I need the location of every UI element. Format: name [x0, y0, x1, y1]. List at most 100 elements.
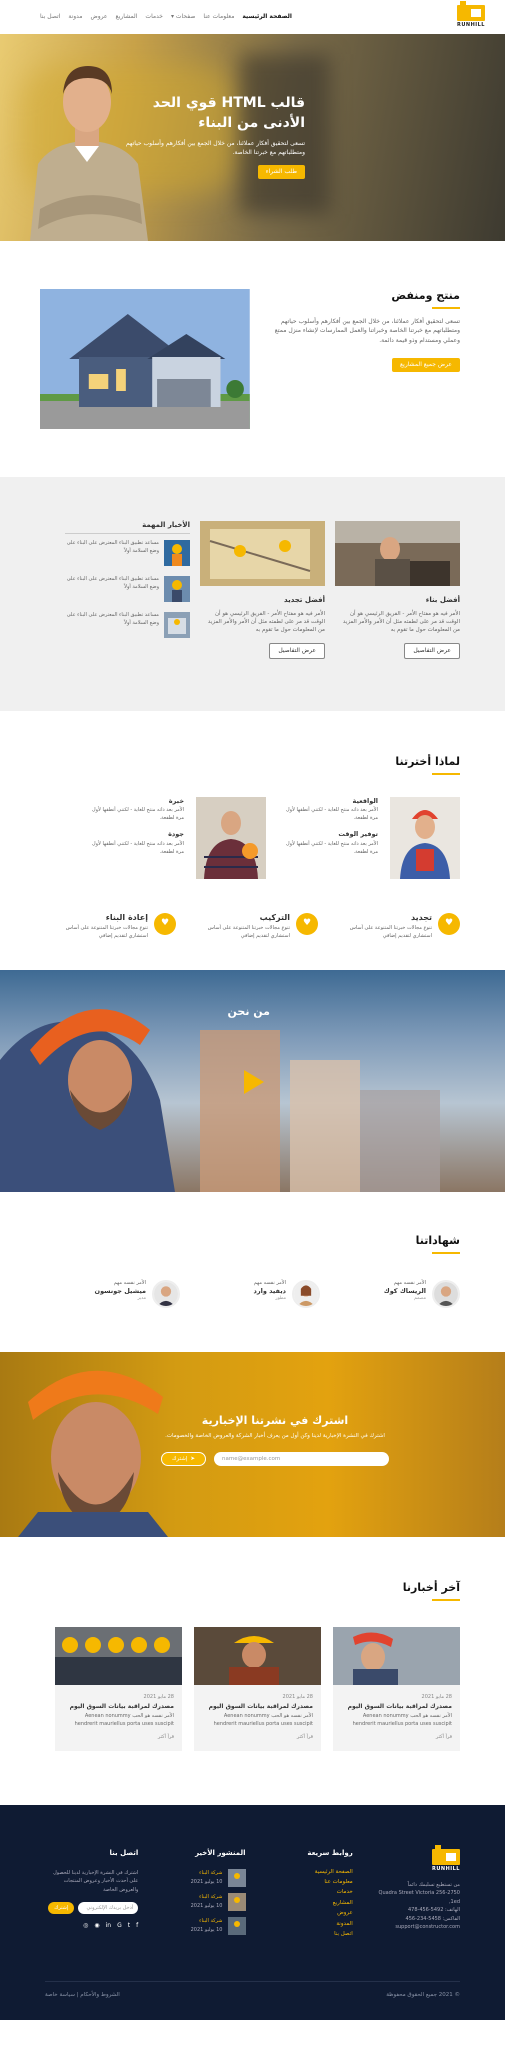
- nav-pages[interactable]: صفحات ▾: [171, 13, 195, 21]
- blog-card[interactable]: 28 مايو 2021 مصدرك لمراقبة بيانات السوق …: [194, 1627, 321, 1752]
- read-more-link[interactable]: قرأ أكثر: [202, 1734, 313, 1741]
- important-news-item[interactable]: مساعد تطبيق البناء المعترض على البناء عل…: [65, 612, 190, 639]
- important-news-item[interactable]: مساعد تطبيق البناء المعترض على البناء عل…: [65, 540, 190, 567]
- blog-card-title: مصدرك لمراقبة بيانات السوق اليوم: [347, 1703, 452, 1711]
- why-item-text: الأمر بعد ذاته منتج للغاية - لكنني أنطقه…: [285, 807, 378, 821]
- newsletter-text: اشترك في النشرة الإخبارية لدينا وكن أول …: [165, 1433, 385, 1440]
- hero-cta-button[interactable]: طلب الشراء: [257, 165, 305, 180]
- hero-text: تسعى لتحقيق أفكار عملائنا، من خلال الجمع…: [125, 140, 305, 157]
- read-more-link[interactable]: قرأ أكثر: [341, 1734, 452, 1741]
- nav-contact[interactable]: اتصل بنا: [40, 13, 60, 21]
- footer-email[interactable]: support@constructor.com: [367, 1923, 460, 1932]
- newsletter-content: اشترك في نشرتنا الإخبارية اشترك في النشر…: [115, 1414, 435, 1467]
- why-item-title: جودة: [168, 830, 184, 839]
- footer-email-input[interactable]: أدخل بريدك الإلكتروني: [78, 1902, 139, 1915]
- testimonial-item: الأمر نفسه مهم ميشيل جونسون مدير: [50, 1280, 180, 1309]
- why-us-column: الواقعية الأمر بعد ذاته منتج للغاية - لك…: [278, 797, 378, 879]
- policy-links[interactable]: الشروط والأحكام | سياسة خاصة: [45, 1992, 120, 1999]
- feature-text: تنوع مجالات خبرتنا المتنوعة على أساس است…: [207, 925, 290, 939]
- blog-card[interactable]: 28 مايو 2021 مصدرك لمراقبة بيانات السوق …: [333, 1627, 460, 1752]
- footer-post-title: شركة البناء: [199, 1918, 223, 1925]
- footer-link[interactable]: المشاريع: [260, 1900, 353, 1907]
- testimonial-role: مدير: [137, 1295, 146, 1301]
- news-card-title: أفضل تجديد: [284, 596, 325, 605]
- footer-columns: RUNHILL من تستطيع تسليمك دائماً Quadra S…: [45, 1845, 460, 1941]
- why-us-grid: الواقعية الأمر بعد ذاته منتج للغاية - لك…: [45, 796, 460, 879]
- view-details-button[interactable]: عرض التفاصيل: [404, 642, 460, 659]
- important-news-item[interactable]: مساعد تطبيق البناء المعترض على البناء عل…: [65, 576, 190, 603]
- read-more-link[interactable]: قرأ أكثر: [63, 1734, 174, 1741]
- testimonial-item: الأمر نفسه مهم الريساك كوك مصمم: [330, 1280, 460, 1309]
- footer-post[interactable]: شركة البناء 10 يوليو 2021: [152, 1892, 246, 1911]
- google-plus-icon[interactable]: G: [117, 1922, 122, 1930]
- view-details-button[interactable]: عرض التفاصيل: [269, 642, 325, 659]
- footer-logo[interactable]: RUNHILL: [367, 1845, 460, 1873]
- footer-fax: الفاكس: 5458-234-456: [405, 1915, 460, 1922]
- footer-posts-title: المنشور الأخير: [195, 1849, 246, 1858]
- important-news-title: الأخبار المهمة: [65, 521, 190, 535]
- footer-bottom: © 2021 جميع الحقوق محفوظة الشروط والأحكا…: [45, 1981, 460, 1999]
- rss-icon[interactable]: ◉: [94, 1922, 99, 1930]
- footer-post-title: شركة البناء: [199, 1894, 223, 1901]
- footer-post-thumb: [227, 1916, 246, 1935]
- about-content: منتج ومنفض تسعى لتحقيق أفكار عملائنا، من…: [270, 289, 461, 372]
- important-news-text: مساعد تطبيق البناء المعترض على البناء عل…: [66, 576, 159, 590]
- testimonial-quote: الأمر نفسه مهم: [393, 1280, 426, 1287]
- footer-about-text: من تستطيع تسليمك دائماً: [407, 1881, 460, 1888]
- footer-phone: الهاتف: 5492-456-478: [407, 1907, 460, 1914]
- footer-link[interactable]: خدمات: [260, 1889, 353, 1896]
- nav-about[interactable]: معلومات عنا: [203, 13, 234, 21]
- logo-text: RUNHILL: [456, 22, 485, 29]
- newsletter-email-input[interactable]: name@example.com: [214, 1452, 389, 1467]
- social-links: f t G in ◉ ◎: [45, 1922, 138, 1930]
- copyright-text: © 2021 جميع الحقوق محفوظة: [386, 1992, 460, 1999]
- footer-link[interactable]: الصفحة الرئيسية: [260, 1869, 353, 1876]
- footer-link[interactable]: المدونة: [260, 1921, 352, 1928]
- hero-content: قالب HTML قوي الحد الأدنى من البناء تسعى…: [125, 94, 305, 180]
- testimonials-row: الأمر نفسه مهم الريساك كوك مصمم الأمر نف…: [45, 1280, 460, 1309]
- footer-link[interactable]: عروض: [260, 1910, 353, 1917]
- linkedin-icon[interactable]: in: [106, 1922, 111, 1930]
- site-header: RUNHILL الصفحة الرئيسية معلومات عنا صفحا…: [0, 0, 505, 34]
- newsletter-subscribe-button[interactable]: ➤ إشترك: [161, 1452, 206, 1467]
- footer-link[interactable]: اتصل بنا: [260, 1931, 353, 1938]
- why-item-text: الأمر بعد ذاته منتج للغاية - لكنني أنطقه…: [285, 841, 378, 855]
- play-icon[interactable]: [244, 1070, 264, 1095]
- newsletter-form: name@example.com ➤ إشترك: [115, 1452, 435, 1467]
- blog-card-body: 28 مايو 2021 مصدرك لمراقبة بيانات السوق …: [333, 1688, 460, 1751]
- footer-link[interactable]: معلومات عنا: [260, 1879, 352, 1886]
- feature-item: ♥ إعادة البناء تنوع مجالات خبرتنا المتنو…: [46, 912, 176, 941]
- news-card-title: أفضل بناء: [425, 596, 460, 605]
- nav-home[interactable]: الصفحة الرئيسية: [242, 13, 292, 21]
- nav-offers[interactable]: عروض: [90, 13, 107, 21]
- nav-blog[interactable]: مدونة: [68, 13, 82, 21]
- nav-projects[interactable]: المشاريع: [116, 13, 138, 21]
- blog-card[interactable]: 28 مايو 2021 مصدرك لمراقبة بيانات السوق …: [55, 1627, 182, 1752]
- blog-card-image: [333, 1627, 460, 1686]
- news-card-text: الأمر فيه هو مفتاح الأمر - الفريق الرئيس…: [342, 610, 460, 634]
- testimonials-section: شهاداتنا الأمر نفسه مهم الريساك كوك مصمم…: [0, 1192, 505, 1352]
- testimonial-name: ديفيد وارد: [253, 1286, 286, 1295]
- facebook-icon[interactable]: f: [136, 1922, 138, 1930]
- page: RUNHILL الصفحة الرئيسية معلومات عنا صفحا…: [0, 0, 505, 2020]
- footer-post[interactable]: شركة البناء 10 يوليو 2021: [152, 1916, 246, 1935]
- why-item-text: الأمر بعد ذاته منتج للغاية - لكنني أنطقه…: [91, 807, 184, 821]
- testimonial-role: مصمم: [414, 1295, 426, 1301]
- site-footer: RUNHILL من تستطيع تسليمك دائماً Quadra S…: [0, 1805, 505, 2020]
- footer-post[interactable]: شركة البناء 10 يوليو 2021: [152, 1868, 246, 1887]
- engineer-photo: [390, 796, 460, 879]
- blog-card-text: Aenean nonummy الأمر نفسه هو الحب hendre…: [213, 1713, 313, 1727]
- view-projects-button[interactable]: عرض جميع المشاريع: [391, 357, 460, 372]
- news-card: أفضل تجديد الأمر فيه هو مفتاح الأمر - ال…: [200, 521, 325, 659]
- brand-logo[interactable]: RUNHILL: [456, 1, 485, 29]
- video-section: من نحن: [0, 970, 505, 1193]
- video-title: من نحن: [227, 1005, 271, 1019]
- nav-services[interactable]: خدمات: [145, 13, 163, 21]
- footer-post-date: 10 يوليو 2021: [190, 1926, 223, 1933]
- newsletter-title: اشترك في نشرتنا الإخبارية: [201, 1414, 349, 1428]
- avatar: [292, 1280, 320, 1309]
- footer-subscribe-button[interactable]: إشترك: [48, 1902, 75, 1915]
- twitter-icon[interactable]: t: [128, 1922, 130, 1930]
- heart-icon: ♥: [296, 912, 318, 935]
- instagram-icon[interactable]: ◎: [83, 1922, 88, 1930]
